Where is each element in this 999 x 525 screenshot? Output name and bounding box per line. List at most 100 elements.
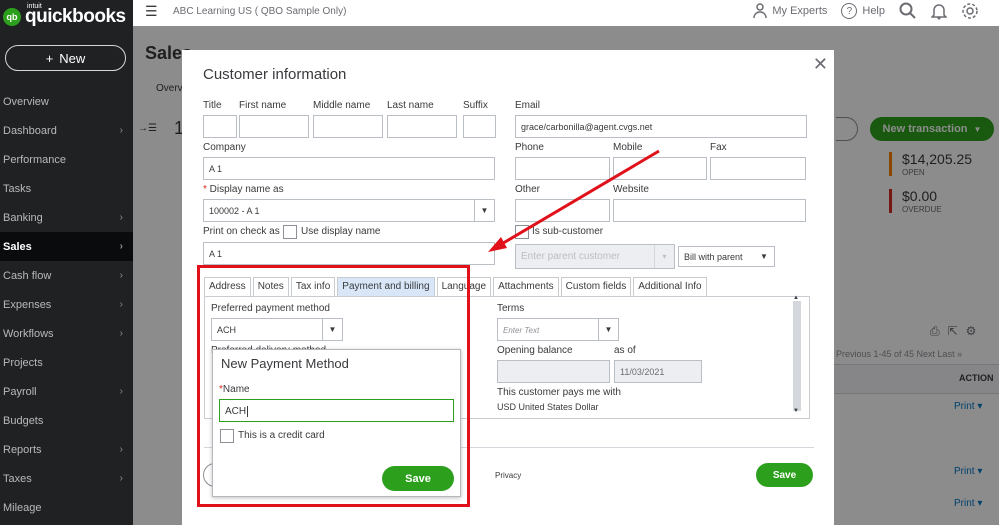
quickbooks-logo[interactable]: qb intuit quickbooks [3, 3, 126, 28]
plus-icon: + [45, 50, 54, 66]
display-name-value: 100002 - A 1 [209, 206, 260, 216]
currency-value: USD United States Dollar [497, 402, 599, 411]
chevron-right-icon: › [119, 212, 123, 223]
gear-icon[interactable] [961, 2, 979, 20]
chevron-right-icon: › [119, 328, 123, 339]
chevron-down-icon: ▼ [760, 252, 768, 261]
help-button[interactable]: ? Help [841, 3, 885, 19]
privacy-link[interactable]: Privacy [495, 471, 521, 480]
phone-input[interactable] [515, 157, 610, 180]
sidebar: qb intuit quickbooks + New Overview Dashb… [0, 0, 133, 525]
chevron-right-icon: › [119, 473, 123, 484]
sidebar-item-reports[interactable]: Reports › [0, 435, 133, 464]
sidebar-item-label: Mileage [3, 501, 42, 514]
mobile-label: Mobile [613, 142, 643, 153]
sidebar-item-label: Expenses [3, 298, 52, 311]
sidebar-item-label: Sales [3, 240, 32, 253]
middle-name-input[interactable] [313, 115, 383, 138]
suffix-input[interactable] [463, 115, 496, 138]
last-name-label: Last name [387, 100, 434, 111]
sidebar-item-cash-flow[interactable]: Cash flow › [0, 261, 133, 290]
new-button[interactable]: + New [5, 45, 126, 71]
topbar: ☰ ABC Learning US ( QBO Sample Only) My … [133, 0, 999, 26]
hamburger-menu-icon[interactable]: ☰ [145, 3, 158, 20]
my-experts-button[interactable]: My Experts [753, 3, 827, 19]
fax-input[interactable] [710, 157, 806, 180]
suffix-label: Suffix [463, 100, 488, 111]
sidebar-item-tasks[interactable]: Tasks [0, 174, 133, 203]
chevron-right-icon: › [119, 125, 123, 136]
terms-select[interactable]: Enter Text ▼ [497, 318, 619, 341]
sidebar-item-performance[interactable]: Performance [0, 145, 133, 174]
panel-scrollbar[interactable] [793, 301, 801, 411]
help-icon: ? [841, 3, 858, 19]
sidebar-item-taxes[interactable]: Taxes › [0, 464, 133, 493]
tab-attachments[interactable]: Attachments [493, 277, 559, 296]
sidebar-item-label: Banking [3, 211, 43, 224]
sub-customer-checkbox[interactable] [515, 225, 529, 239]
title-input[interactable] [203, 115, 237, 138]
company-input[interactable]: A 1 [203, 157, 495, 180]
website-label: Website [613, 184, 649, 195]
sidebar-item-label: Projects [3, 356, 43, 369]
chevron-right-icon: › [119, 241, 123, 252]
website-input[interactable] [613, 199, 806, 222]
close-icon[interactable]: ✕ [813, 54, 828, 75]
chevron-down-icon: ▼ [474, 200, 494, 221]
middle-name-label: Middle name [313, 100, 371, 111]
chevron-right-icon: › [119, 444, 123, 455]
sidebar-item-expenses[interactable]: Expenses › [0, 290, 133, 319]
scroll-up-icon[interactable]: ▲ [793, 295, 799, 301]
fax-label: Fax [710, 142, 727, 153]
chevron-right-icon: › [119, 299, 123, 310]
as-of-date-input: 11/03/2021 [614, 360, 702, 383]
sidebar-item-label: Workflows [3, 327, 54, 340]
qb-logo-icon: qb [3, 8, 21, 26]
intuit-label: intuit [27, 3, 42, 10]
first-name-input[interactable] [239, 115, 309, 138]
sidebar-item-banking[interactable]: Banking › [0, 203, 133, 232]
other-label: Other [515, 184, 541, 195]
sidebar-item-payroll[interactable]: Payroll › [0, 377, 133, 406]
chevron-down-icon: ▾ [654, 245, 674, 268]
tab-custom-fields[interactable]: Custom fields [560, 277, 632, 296]
save-button[interactable]: Save [756, 463, 813, 487]
sidebar-item-label: Payroll [3, 385, 37, 398]
chevron-right-icon: › [119, 270, 123, 281]
new-button-label: New [59, 50, 86, 66]
scroll-down-icon[interactable]: ▼ [793, 408, 799, 414]
chevron-right-icon: › [119, 386, 123, 397]
sidebar-item-overview[interactable]: Overview [0, 87, 133, 116]
bill-with-parent-value: Bill with parent [684, 252, 743, 262]
sidebar-item-dashboard[interactable]: Dashboard › [0, 116, 133, 145]
sidebar-item-projects[interactable]: Projects [0, 348, 133, 377]
search-icon[interactable] [899, 2, 917, 20]
sidebar-item-label: Budgets [3, 414, 44, 427]
print-on-check-label: Print on check as [203, 226, 280, 237]
sidebar-item-label: Cash flow [3, 269, 52, 282]
last-name-input[interactable] [387, 115, 457, 138]
topbar-actions: My Experts ? Help [753, 2, 979, 20]
sidebar-item-label: Performance [3, 153, 66, 166]
bill-with-parent-select[interactable]: Bill with parent ▼ [678, 246, 775, 267]
mobile-input[interactable] [613, 157, 707, 180]
bell-icon[interactable] [931, 2, 947, 20]
company-label: Company [203, 142, 246, 153]
sidebar-item-sales[interactable]: Sales › [0, 232, 133, 261]
sidebar-item-mileage[interactable]: Mileage [0, 493, 133, 522]
sidebar-item-workflows[interactable]: Workflows › [0, 319, 133, 348]
other-input[interactable] [515, 199, 610, 222]
sidebar-item-label: Tasks [3, 182, 32, 195]
pays-me-with-label: This customer pays me with [497, 387, 621, 398]
terms-label: Terms [497, 303, 525, 314]
sidebar-item-budgets[interactable]: Budgets [0, 406, 133, 435]
print-on-check-input[interactable]: A 1 [203, 242, 495, 265]
tab-additional-info[interactable]: Additional Info [633, 277, 707, 296]
use-display-name-checkbox[interactable] [283, 225, 297, 239]
title-label: Title [203, 100, 222, 111]
email-input[interactable]: grace/carbonilla@agent.cvgs.net [515, 115, 807, 138]
display-name-select[interactable]: 100002 - A 1 ▼ [203, 199, 495, 222]
sidebar-nav: Overview Dashboard › Performance Tasks Bankin… [0, 87, 133, 522]
parent-customer-select: Enter parent customer ▾ [515, 244, 675, 269]
email-label: Email [515, 100, 541, 111]
